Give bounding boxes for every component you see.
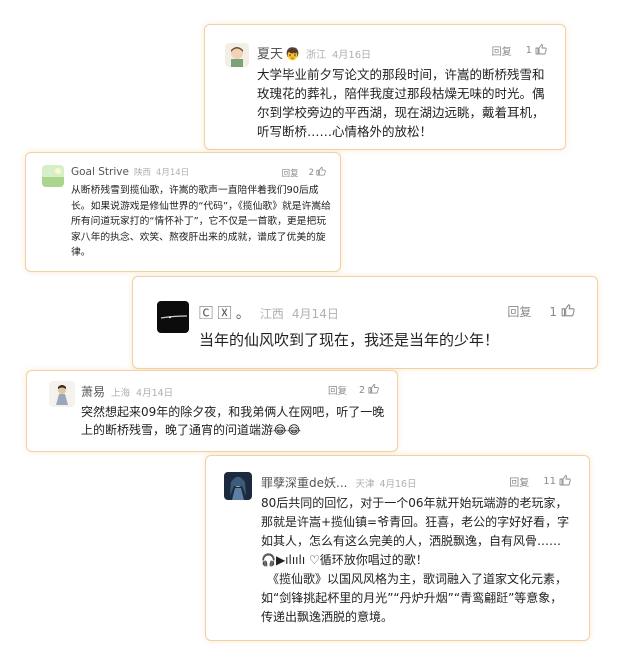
- comment-card: Goal Strive 陕西 4月14日 回复 2 从断桥残雪到揽仙歌，许嵩的歌…: [25, 152, 341, 272]
- date: 4月14日: [136, 388, 174, 399]
- thumbs-up-icon: [368, 383, 379, 397]
- date: 4月14日: [291, 307, 339, 321]
- like-count: 1: [549, 304, 557, 319]
- like-count: 2: [358, 384, 365, 396]
- avatar[interactable]: [157, 301, 189, 333]
- comment-card: 🄲 🅇 。 江西 4月14日 回复 1 当年的仙风吹到了现在，我还是当年的少年！: [132, 276, 598, 369]
- thumbs-up-icon: [559, 474, 571, 489]
- username[interactable]: 夏天: [257, 43, 283, 62]
- username[interactable]: 🄲 🅇 。: [199, 303, 250, 323]
- username[interactable]: 萧易: [81, 383, 105, 400]
- like-count: 2: [308, 167, 314, 178]
- like-button[interactable]: 2: [359, 383, 379, 397]
- like-count: 1: [525, 45, 532, 56]
- date: 4月16日: [331, 50, 372, 61]
- date: 4月14日: [155, 168, 190, 178]
- comment-text: 从断桥残雪到揽仙歌，许嵩的歌声一直陪伴着我们90后成长。如果说游戏是修仙世界的“…: [71, 185, 331, 258]
- reply-button[interactable]: 回复: [328, 383, 347, 397]
- comment-text: 突然想起来09年的除夕夜，和我弟俩人在网吧，听了一晚上的断桥残雪，晚了通宵的问道…: [81, 405, 385, 437]
- reply-button[interactable]: 回复: [509, 474, 529, 489]
- comment-text: 80后共同的回忆，对于一个06年就开始玩端游的老玩家，那就是许嵩+揽仙镇=爷青回…: [261, 496, 570, 567]
- reply-button[interactable]: 回复: [507, 303, 531, 320]
- like-button[interactable]: 2: [309, 166, 326, 179]
- thumbs-up-icon: [316, 166, 326, 179]
- like-button[interactable]: 1: [549, 303, 575, 320]
- avatar[interactable]: [42, 165, 64, 187]
- like-count: 11: [543, 476, 556, 487]
- date: 4月16日: [379, 479, 417, 490]
- location: 天津: [355, 479, 375, 490]
- username[interactable]: Goal Strive: [71, 166, 129, 178]
- location: 陕西: [133, 168, 151, 178]
- comment-text: 大学毕业前夕写论文的那段时间，许嵩的断桥残雪和玫瑰花的葬礼，陪伴我度过那段枯燥无…: [257, 67, 545, 139]
- avatar[interactable]: [225, 43, 249, 67]
- comment-card: 罪孽深重de妖... 天津 4月16日 回复 11 80后共同的回忆，对于一个0…: [205, 455, 590, 641]
- like-button[interactable]: 11: [543, 474, 571, 489]
- reply-button[interactable]: 回复: [282, 167, 299, 179]
- comment-text: 《揽仙歌》以国风风格为主，歌词融入了道家文化元素，如“剑锋挑起杯里的月光”“丹炉…: [261, 572, 568, 624]
- location: 浙江: [305, 50, 326, 61]
- comment-card: 夏天 👦 浙江 4月16日 回复 1 大学毕业前夕写论文的那段时间，许嵩的断桥残…: [204, 24, 566, 150]
- like-button[interactable]: 1: [526, 43, 547, 58]
- location: 上海: [111, 388, 131, 399]
- comment-card: 萧易 上海 4月14日 回复 2 突然想起来09年的除夕夜，和我弟俩人在网吧，听…: [26, 370, 398, 452]
- comment-text: 当年的仙风吹到了现在，我还是当年的少年！: [199, 331, 500, 349]
- thumbs-up-icon: [561, 303, 575, 320]
- reply-button[interactable]: 回复: [492, 43, 512, 58]
- avatar[interactable]: [49, 381, 75, 407]
- thumbs-up-icon: [535, 43, 547, 58]
- location: 江西: [259, 307, 284, 321]
- avatar[interactable]: [224, 472, 252, 500]
- username[interactable]: 罪孽深重de妖...: [261, 474, 347, 491]
- emoji-badge-icon: 👦: [285, 47, 300, 61]
